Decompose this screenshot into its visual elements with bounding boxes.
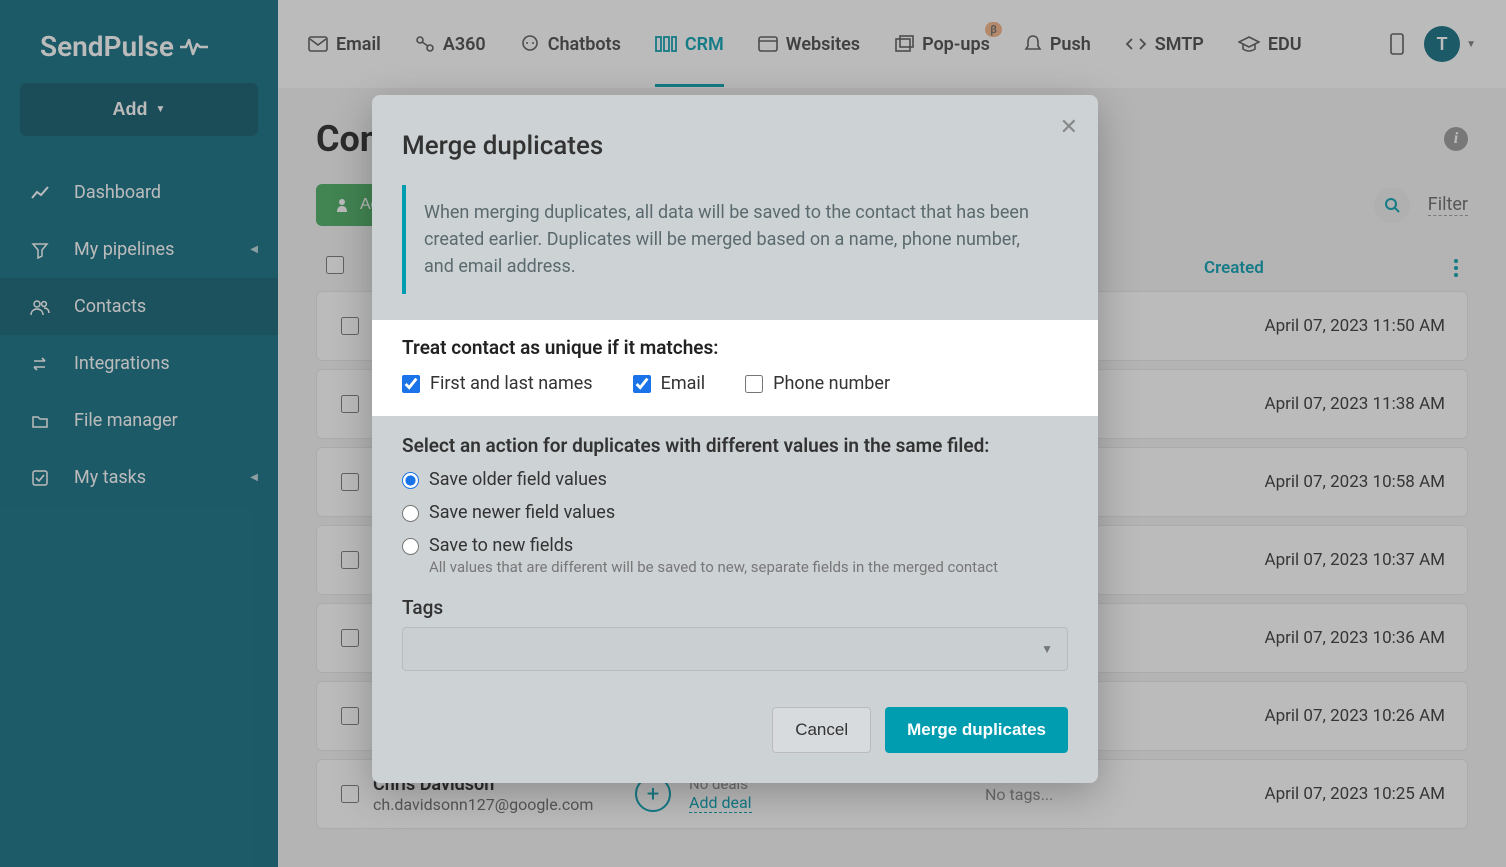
radio-label: Save to new fields: [429, 535, 573, 556]
unique-criteria-label: Treat contact as unique if it matches:: [402, 336, 1068, 359]
tags-select[interactable]: ▼: [402, 627, 1068, 671]
merge-duplicates-modal: ✕ Merge duplicates When merging duplicat…: [372, 95, 1098, 783]
merge-duplicates-button[interactable]: Merge duplicates: [885, 707, 1068, 753]
checkbox-label: First and last names: [430, 373, 593, 394]
cancel-button[interactable]: Cancel: [772, 707, 871, 753]
chevron-down-icon: ▼: [1041, 642, 1053, 656]
checkbox-phone-input[interactable]: [745, 375, 763, 393]
modal-footer: Cancel Merge duplicates: [402, 707, 1068, 753]
checkbox-email-input[interactable]: [633, 375, 651, 393]
checkbox-label: Phone number: [773, 373, 890, 394]
radio-save-newfields[interactable]: Save to new fields: [402, 535, 1068, 556]
checkbox-label: Email: [661, 373, 706, 394]
radio-save-newer[interactable]: Save newer field values: [402, 502, 1068, 523]
radio-save-newfields-input[interactable]: [402, 538, 419, 555]
checkbox-phone[interactable]: Phone number: [745, 373, 890, 394]
modal-info-note: When merging duplicates, all data will b…: [402, 185, 1068, 294]
modal-title: Merge duplicates: [402, 131, 1068, 161]
tags-label: Tags: [402, 596, 1068, 619]
checkbox-email[interactable]: Email: [633, 373, 706, 394]
unique-criteria-section: Treat contact as unique if it matches: F…: [372, 320, 1098, 416]
checkbox-names-input[interactable]: [402, 375, 420, 393]
radio-save-newer-input[interactable]: [402, 505, 419, 522]
close-icon[interactable]: ✕: [1060, 115, 1078, 140]
radio-save-older[interactable]: Save older field values: [402, 469, 1068, 490]
checkbox-names[interactable]: First and last names: [402, 373, 593, 394]
radio-newfields-hint: All values that are different will be sa…: [429, 558, 1068, 576]
radio-label: Save older field values: [429, 469, 607, 490]
duplicate-action-radios: Save older field values Save newer field…: [402, 469, 1068, 576]
duplicate-action-label: Select an action for duplicates with dif…: [402, 434, 1068, 457]
radio-label: Save newer field values: [429, 502, 615, 523]
radio-save-older-input[interactable]: [402, 472, 419, 489]
